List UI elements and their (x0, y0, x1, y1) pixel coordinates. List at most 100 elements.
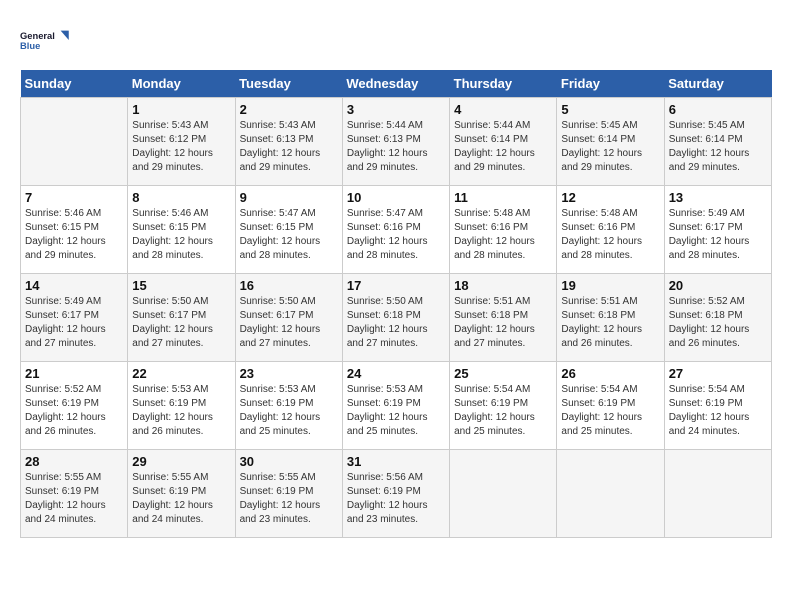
day-number: 16 (240, 278, 338, 293)
calendar-cell (664, 450, 771, 538)
calendar-cell: 24 Sunrise: 5:53 AMSunset: 6:19 PMDayligh… (342, 362, 449, 450)
calendar-cell: 8Sunrise: 5:46 AMSunset: 6:15 PMDaylight… (128, 186, 235, 274)
day-info: Sunrise: 5:48 AMSunset: 6:16 PMDaylight:… (454, 207, 552, 263)
week-row-3: 14 Sunrise: 5:49 AMSunset: 6:17 PMDayligh… (21, 274, 772, 362)
day-number: 5 (561, 102, 659, 117)
header-day-saturday: Saturday (664, 70, 771, 98)
calendar-cell: 31 Sunrise: 5:56 AMSunset: 6:19 PMDayligh… (342, 450, 449, 538)
calendar-body: 1 Sunrise: 5:43 AMSunset: 6:12 PMDaylight… (21, 98, 772, 538)
day-info: Sunrise: 5:54 AMSunset: 6:19 PMDaylight:… (454, 383, 552, 439)
day-number: 26 (561, 366, 659, 381)
day-number: 6 (669, 102, 767, 117)
day-number: 15 (132, 278, 230, 293)
header-day-thursday: Thursday (450, 70, 557, 98)
day-number: 7 (25, 190, 123, 205)
day-info: Sunrise: 5:51 AMSunset: 6:18 PMDaylight:… (454, 295, 552, 351)
calendar-cell: 2 Sunrise: 5:43 AMSunset: 6:13 PMDaylight… (235, 98, 342, 186)
calendar-cell: 21Sunrise: 5:52 AMSunset: 6:19 PMDayligh… (21, 362, 128, 450)
header-day-wednesday: Wednesday (342, 70, 449, 98)
day-number: 27 (669, 366, 767, 381)
day-number: 12 (561, 190, 659, 205)
day-number: 19 (561, 278, 659, 293)
calendar-cell: 25 Sunrise: 5:54 AMSunset: 6:19 PMDayligh… (450, 362, 557, 450)
day-number: 18 (454, 278, 552, 293)
calendar-cell: 16 Sunrise: 5:50 AMSunset: 6:17 PMDayligh… (235, 274, 342, 362)
day-info: Sunrise: 5:55 AMSunset: 6:19 PMDaylight:… (132, 471, 230, 527)
day-info: Sunrise: 5:48 AMSunset: 6:16 PMDaylight:… (561, 207, 659, 263)
calendar-cell: 20Sunrise: 5:52 AMSunset: 6:18 PMDayligh… (664, 274, 771, 362)
calendar-cell: 15 Sunrise: 5:50 AMSunset: 6:17 PMDayligh… (128, 274, 235, 362)
day-info: Sunrise: 5:46 AMSunset: 6:15 PMDaylight:… (25, 207, 123, 263)
calendar-cell: 5Sunrise: 5:45 AMSunset: 6:14 PMDaylight… (557, 98, 664, 186)
day-info: Sunrise: 5:53 AMSunset: 6:19 PMDaylight:… (240, 383, 338, 439)
day-info: Sunrise: 5:55 AMSunset: 6:19 PMDaylight:… (25, 471, 123, 527)
calendar-cell: 1 Sunrise: 5:43 AMSunset: 6:12 PMDaylight… (128, 98, 235, 186)
logo-svg: General Blue (20, 20, 70, 60)
day-info: Sunrise: 5:54 AMSunset: 6:19 PMDaylight:… (561, 383, 659, 439)
calendar-cell: 29 Sunrise: 5:55 AMSunset: 6:19 PMDayligh… (128, 450, 235, 538)
calendar-header-row: SundayMondayTuesdayWednesdayThursdayFrid… (21, 70, 772, 98)
calendar-cell: 27 Sunrise: 5:54 AMSunset: 6:19 PMDayligh… (664, 362, 771, 450)
day-info: Sunrise: 5:56 AMSunset: 6:19 PMDaylight:… (347, 471, 445, 527)
day-number: 11 (454, 190, 552, 205)
day-number: 8 (132, 190, 230, 205)
day-info: Sunrise: 5:50 AMSunset: 6:17 PMDaylight:… (132, 295, 230, 351)
day-number: 29 (132, 454, 230, 469)
day-number: 25 (454, 366, 552, 381)
calendar-cell: 12 Sunrise: 5:48 AMSunset: 6:16 PMDayligh… (557, 186, 664, 274)
day-info: Sunrise: 5:54 AMSunset: 6:19 PMDaylight:… (669, 383, 767, 439)
day-number: 9 (240, 190, 338, 205)
header-day-friday: Friday (557, 70, 664, 98)
day-number: 2 (240, 102, 338, 117)
calendar-cell: 11 Sunrise: 5:48 AMSunset: 6:16 PMDayligh… (450, 186, 557, 274)
calendar-cell (557, 450, 664, 538)
calendar-cell: 17 Sunrise: 5:50 AMSunset: 6:18 PMDayligh… (342, 274, 449, 362)
calendar-cell: 7 Sunrise: 5:46 AMSunset: 6:15 PMDaylight… (21, 186, 128, 274)
week-row-1: 1 Sunrise: 5:43 AMSunset: 6:12 PMDaylight… (21, 98, 772, 186)
logo: General Blue (20, 20, 70, 60)
day-number: 17 (347, 278, 445, 293)
week-row-5: 28Sunrise: 5:55 AMSunset: 6:19 PMDayligh… (21, 450, 772, 538)
calendar-cell: 6Sunrise: 5:45 AMSunset: 6:14 PMDaylight… (664, 98, 771, 186)
day-number: 22 (132, 366, 230, 381)
day-info: Sunrise: 5:51 AMSunset: 6:18 PMDaylight:… (561, 295, 659, 351)
page-header: General Blue (20, 20, 772, 60)
calendar-cell: 26 Sunrise: 5:54 AMSunset: 6:19 PMDayligh… (557, 362, 664, 450)
calendar-cell: 19 Sunrise: 5:51 AMSunset: 6:18 PMDayligh… (557, 274, 664, 362)
calendar-cell (450, 450, 557, 538)
header-day-monday: Monday (128, 70, 235, 98)
calendar-cell: 23 Sunrise: 5:53 AMSunset: 6:19 PMDayligh… (235, 362, 342, 450)
calendar-cell: 9 Sunrise: 5:47 AMSunset: 6:15 PMDaylight… (235, 186, 342, 274)
day-info: Sunrise: 5:50 AMSunset: 6:17 PMDaylight:… (240, 295, 338, 351)
day-info: Sunrise: 5:49 AMSunset: 6:17 PMDaylight:… (669, 207, 767, 263)
calendar-cell: 3Sunrise: 5:44 AMSunset: 6:13 PMDaylight… (342, 98, 449, 186)
calendar-cell: 22Sunrise: 5:53 AMSunset: 6:19 PMDayligh… (128, 362, 235, 450)
svg-text:Blue: Blue (20, 41, 40, 51)
day-number: 23 (240, 366, 338, 381)
day-info: Sunrise: 5:52 AMSunset: 6:19 PMDaylight:… (25, 383, 123, 439)
day-info: Sunrise: 5:44 AMSunset: 6:14 PMDaylight:… (454, 119, 552, 175)
day-number: 13 (669, 190, 767, 205)
day-number: 14 (25, 278, 123, 293)
day-info: Sunrise: 5:43 AMSunset: 6:13 PMDaylight:… (240, 119, 338, 175)
day-number: 20 (669, 278, 767, 293)
day-info: Sunrise: 5:47 AMSunset: 6:15 PMDaylight:… (240, 207, 338, 263)
calendar-cell: 14 Sunrise: 5:49 AMSunset: 6:17 PMDayligh… (21, 274, 128, 362)
day-info: Sunrise: 5:50 AMSunset: 6:18 PMDaylight:… (347, 295, 445, 351)
day-number: 1 (132, 102, 230, 117)
day-number: 31 (347, 454, 445, 469)
day-info: Sunrise: 5:53 AMSunset: 6:19 PMDaylight:… (347, 383, 445, 439)
day-info: Sunrise: 5:49 AMSunset: 6:17 PMDaylight:… (25, 295, 123, 351)
header-day-sunday: Sunday (21, 70, 128, 98)
calendar-table: SundayMondayTuesdayWednesdayThursdayFrid… (20, 70, 772, 538)
day-info: Sunrise: 5:43 AMSunset: 6:12 PMDaylight:… (132, 119, 230, 175)
week-row-2: 7 Sunrise: 5:46 AMSunset: 6:15 PMDaylight… (21, 186, 772, 274)
calendar-cell: 30Sunrise: 5:55 AMSunset: 6:19 PMDayligh… (235, 450, 342, 538)
day-info: Sunrise: 5:55 AMSunset: 6:19 PMDaylight:… (240, 471, 338, 527)
calendar-cell: 18 Sunrise: 5:51 AMSunset: 6:18 PMDayligh… (450, 274, 557, 362)
calendar-cell: 10Sunrise: 5:47 AMSunset: 6:16 PMDayligh… (342, 186, 449, 274)
calendar-cell (21, 98, 128, 186)
calendar-cell: 28Sunrise: 5:55 AMSunset: 6:19 PMDayligh… (21, 450, 128, 538)
day-number: 3 (347, 102, 445, 117)
day-number: 24 (347, 366, 445, 381)
